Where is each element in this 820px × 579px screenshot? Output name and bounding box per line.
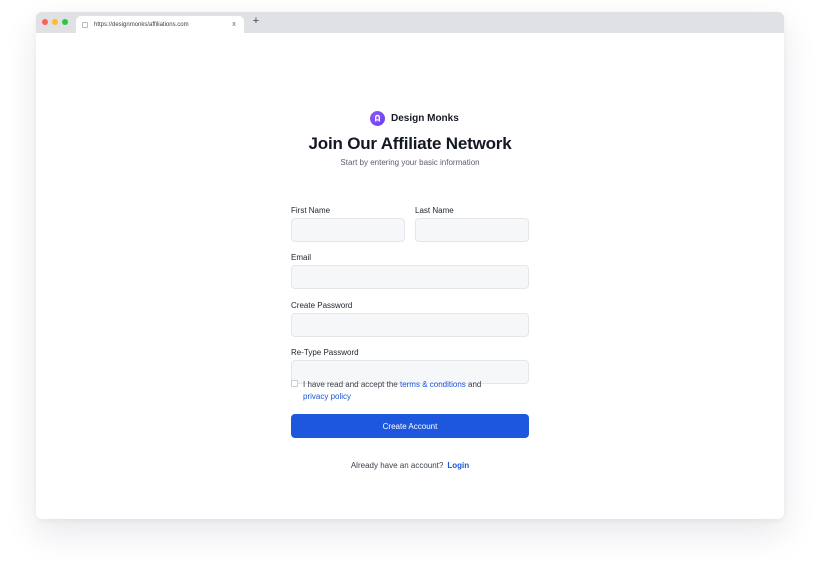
first-name-field[interactable] <box>291 218 405 242</box>
browser-tab[interactable]: https://designmonks/affiliations.com x <box>76 16 244 33</box>
maximize-window-button[interactable] <box>62 19 68 25</box>
signup-page: Design Monks Join Our Affiliate Network … <box>36 33 784 519</box>
terms-checkbox[interactable] <box>291 380 298 387</box>
create-password-field[interactable] <box>291 313 529 337</box>
create-account-button[interactable]: Create Account <box>291 414 529 438</box>
close-tab-icon[interactable]: x <box>230 21 238 28</box>
terms-prefix: I have read and accept the <box>303 380 400 389</box>
first-name-label: First Name <box>291 206 331 215</box>
page-subtitle: Start by entering your basic information <box>340 158 480 167</box>
window-controls <box>42 19 68 25</box>
already-account-text: Already have an account? <box>350 461 444 470</box>
terms-text: I have read and accept the terms & condi… <box>303 379 523 403</box>
terms-and: and <box>465 380 482 389</box>
page-icon <box>82 21 88 28</box>
new-tab-button[interactable]: + <box>249 16 263 30</box>
privacy-policy-link[interactable]: privacy policy <box>303 392 351 401</box>
terms-link[interactable]: terms & conditions <box>400 380 466 389</box>
brand-name: Design Monks <box>391 113 459 124</box>
browser-tab-bar: https://designmonks/affiliations.com x + <box>36 12 784 33</box>
create-password-label: Create Password <box>291 301 353 310</box>
retype-password-label: Re-Type Password <box>291 348 359 357</box>
minimize-window-button[interactable] <box>52 19 58 25</box>
browser-window: https://designmonks/affiliations.com x +… <box>36 12 784 519</box>
tab-url: https://designmonks/affiliations.com <box>94 21 189 28</box>
close-window-button[interactable] <box>42 19 48 25</box>
email-label: Email <box>291 253 312 262</box>
design-monks-logo-icon <box>370 111 385 126</box>
page-title: Join Our Affiliate Network <box>308 134 512 153</box>
login-link[interactable]: Login <box>447 461 469 470</box>
email-field[interactable] <box>291 265 529 289</box>
last-name-field[interactable] <box>415 218 529 242</box>
last-name-label: Last Name <box>415 206 454 215</box>
brand-logo: Design Monks <box>370 111 459 126</box>
login-prompt: Already have an account? Login <box>36 461 784 470</box>
